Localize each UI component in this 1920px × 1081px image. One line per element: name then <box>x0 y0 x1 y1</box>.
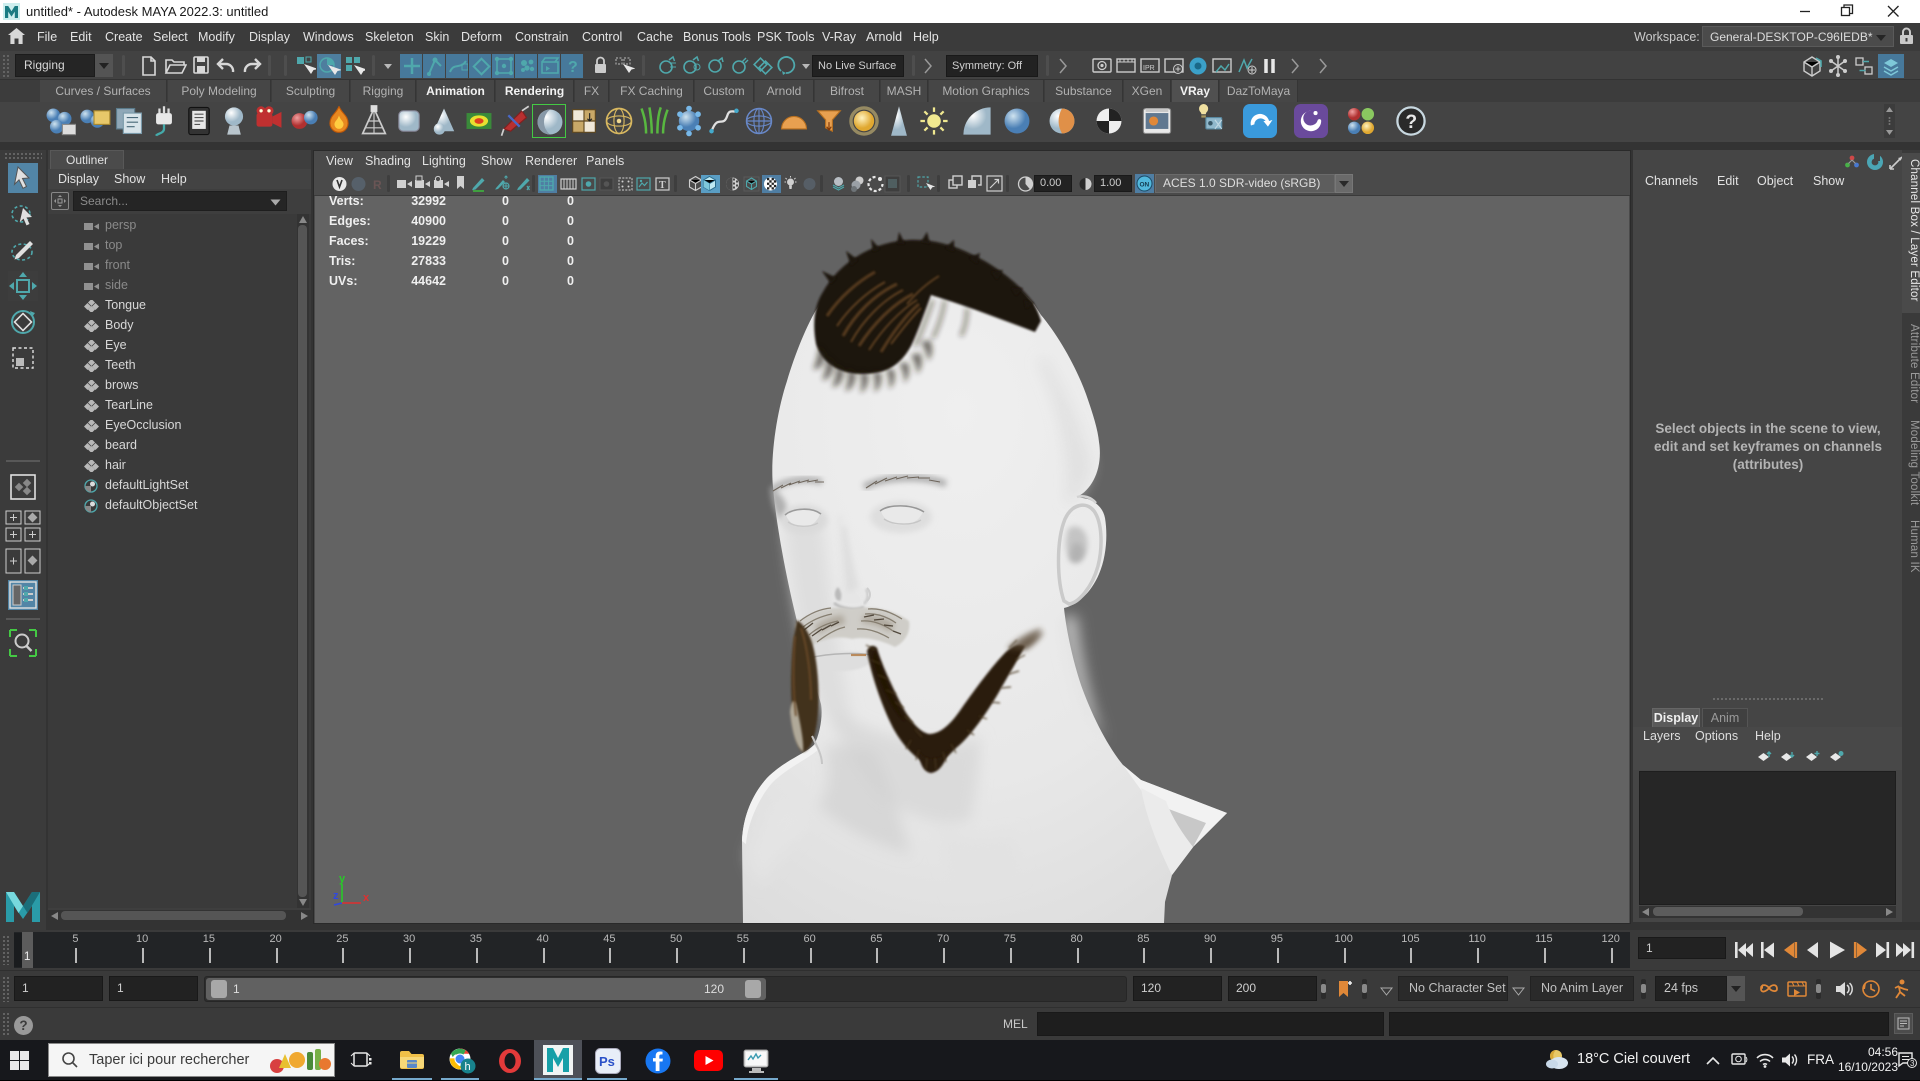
svg-text:y: y <box>339 874 346 885</box>
svg-text:3: 3 <box>1910 1059 1915 1068</box>
svg-text:h: h <box>465 1061 471 1073</box>
svg-text:?: ? <box>568 59 578 76</box>
svg-text:z: z <box>333 890 339 902</box>
svg-text:Ps: Ps <box>599 1054 615 1069</box>
svg-text:T: T <box>659 180 666 191</box>
svg-text:x: x <box>363 892 370 904</box>
svg-text:R: R <box>373 178 382 192</box>
svg-text:?: ? <box>1405 112 1417 133</box>
svg-text:IPR: IPR <box>1143 65 1155 72</box>
svg-text:ON: ON <box>1140 182 1150 189</box>
